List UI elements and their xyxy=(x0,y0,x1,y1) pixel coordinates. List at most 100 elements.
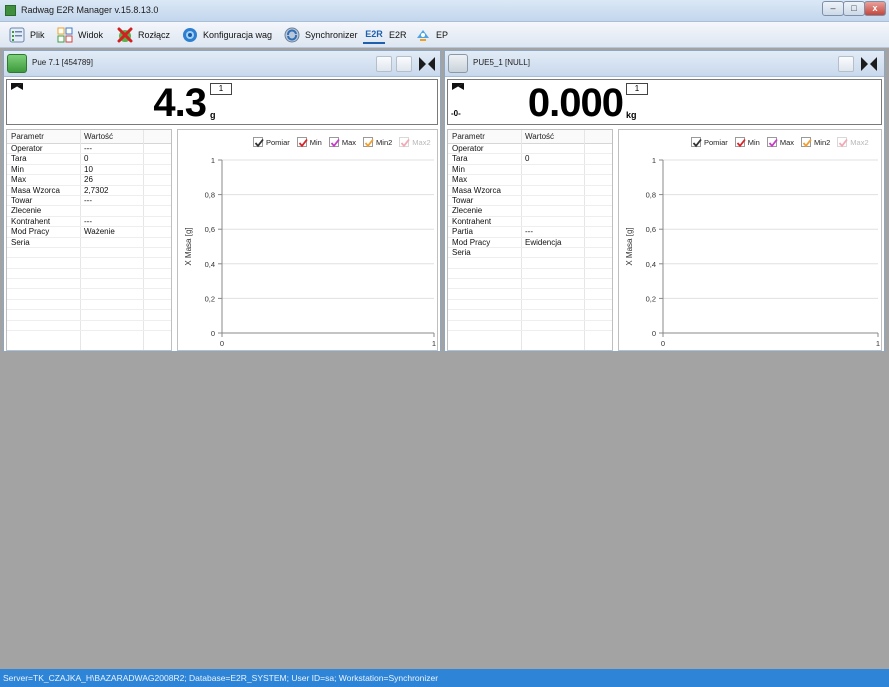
parameter-value: Ważenie xyxy=(84,227,115,237)
window-title: Radwag E2R Manager v.15.8.13.0 xyxy=(21,5,159,15)
checkbox-icon[interactable] xyxy=(734,137,746,148)
legend-item-min2[interactable]: Min2 xyxy=(363,137,392,148)
zero-indicator: -0- xyxy=(451,109,461,118)
table-row[interactable]: Operator xyxy=(448,144,612,155)
menu-e2r[interactable]: E2R E2R xyxy=(363,25,407,45)
table-body: Operator --- Tara 0 Min 10 Max 26 Masa Wzorca 2,7… xyxy=(7,144,171,332)
legend-item-max[interactable]: Max xyxy=(328,137,356,148)
y-axis-label: X Masa [g] xyxy=(625,227,634,265)
table-row[interactable] xyxy=(7,258,171,269)
table-row[interactable] xyxy=(7,300,171,311)
chart-icon[interactable] xyxy=(396,56,412,72)
checkbox-icon[interactable] xyxy=(766,137,778,148)
table-row[interactable]: Towar xyxy=(448,196,612,207)
checkbox-icon[interactable] xyxy=(837,137,849,148)
table-row[interactable]: Operator --- xyxy=(7,144,171,155)
parameter-name: Min xyxy=(452,164,465,174)
parameter-name: Kontrahent xyxy=(11,216,51,226)
table-row[interactable]: Tara 0 xyxy=(7,154,171,165)
legend-item-min[interactable]: Min xyxy=(296,137,322,148)
table-row[interactable]: Zlecenie xyxy=(448,206,612,217)
minimize-button[interactable]: – xyxy=(822,1,844,16)
table-row[interactable]: Seria xyxy=(7,238,171,248)
y-tick-label: 1 xyxy=(211,156,215,165)
table-row[interactable] xyxy=(7,269,171,280)
table-row[interactable] xyxy=(448,279,612,290)
collapse-panel-icon[interactable] xyxy=(859,55,879,73)
parameter-value: 0 xyxy=(525,154,530,164)
table-row[interactable]: Masa Wzorca xyxy=(448,186,612,196)
checkbox-icon[interactable] xyxy=(328,137,340,148)
title-bar: Radwag E2R Manager v.15.8.13.0 – □ x xyxy=(0,0,889,22)
menu-plik[interactable]: Plik xyxy=(8,25,45,45)
legend-label: Pomiar xyxy=(704,137,728,147)
table-row[interactable]: Partia --- xyxy=(448,227,612,238)
table-row[interactable]: Kontrahent --- xyxy=(7,216,171,228)
menu-konfiguracja-wag[interactable]: Konfiguracja wag xyxy=(181,25,272,45)
legend-label: Max2 xyxy=(412,137,431,147)
table-row[interactable]: Mod Pracy Ważenie xyxy=(7,227,171,238)
table-row[interactable] xyxy=(7,248,171,259)
tare-icon[interactable] xyxy=(376,56,392,72)
maximize-button[interactable]: □ xyxy=(843,1,865,16)
parameter-name: Masa Wzorca xyxy=(11,185,60,195)
legend-item-min2[interactable]: Min2 xyxy=(801,137,830,148)
table-row[interactable]: Min 10 xyxy=(7,165,171,176)
checkbox-icon[interactable] xyxy=(399,137,411,148)
plot-area xyxy=(222,160,434,333)
parameter-table: Parametr Wartość Operator Tara 0 Min Max Masa… xyxy=(447,129,613,351)
parameter-value: 26 xyxy=(84,175,93,185)
menu-synchronizer[interactable]: Synchronizer xyxy=(283,25,358,45)
legend-item-pomiar[interactable]: Pomiar xyxy=(691,137,728,148)
parameter-name: Max xyxy=(11,175,27,185)
table-row[interactable] xyxy=(7,321,171,332)
legend-item-max2[interactable]: Max2 xyxy=(837,137,869,148)
table-row[interactable]: Max xyxy=(448,175,612,186)
table-row[interactable]: Zlecenie xyxy=(7,206,171,217)
menu-rozlacz[interactable]: Rozłącz xyxy=(116,25,170,45)
table-row[interactable] xyxy=(7,279,171,290)
checkbox-icon[interactable] xyxy=(296,137,308,148)
checkbox-icon[interactable] xyxy=(801,137,812,148)
checkbox-icon[interactable] xyxy=(691,137,702,148)
table-row[interactable] xyxy=(7,310,171,321)
table-row[interactable] xyxy=(448,300,612,311)
legend-label: Min xyxy=(309,137,322,147)
legend-item-max[interactable]: Max xyxy=(766,137,794,148)
checkbox-icon[interactable] xyxy=(363,137,374,148)
menu-widok[interactable]: Widok xyxy=(56,25,103,45)
legend-item-max2[interactable]: Max2 xyxy=(399,137,431,148)
table-row[interactable]: Kontrahent xyxy=(448,216,612,228)
legend-item-min[interactable]: Min xyxy=(734,137,760,148)
table-row[interactable]: Seria xyxy=(448,248,612,259)
y-tick-label: 0,8 xyxy=(205,191,215,200)
collapse-panel-icon[interactable] xyxy=(417,55,437,73)
close-button[interactable]: x xyxy=(864,1,886,16)
table-row[interactable] xyxy=(448,310,612,321)
mass-chart: 0 0,2 0,4 0,6 0,8 1 0 1 X Masa [g] xyxy=(625,156,880,348)
table-row[interactable] xyxy=(448,289,612,300)
table-row[interactable] xyxy=(448,269,612,280)
table-row[interactable]: Max 26 xyxy=(7,175,171,186)
table-row[interactable]: Towar --- xyxy=(7,196,171,207)
chart-legend: Pomiar Min Max Min2 Max2 xyxy=(691,137,876,148)
menu-label: Widok xyxy=(78,30,104,40)
menu-label: Plik xyxy=(30,30,45,40)
scale-panel-1: Pue 7.1 [454789] 4.3 g 1 Parametr Wartoś… xyxy=(3,50,441,352)
range-indicator: 1 xyxy=(210,83,232,95)
chart-icon[interactable] xyxy=(838,56,854,72)
legend-item-pomiar[interactable]: Pomiar xyxy=(253,137,290,148)
y-tick-label: 0,4 xyxy=(205,260,215,269)
checkbox-icon[interactable] xyxy=(253,137,264,148)
table-row[interactable] xyxy=(448,321,612,332)
grid-view-icon xyxy=(56,26,74,44)
table-row[interactable]: Tara 0 xyxy=(448,154,612,165)
table-row[interactable]: Min xyxy=(448,164,612,176)
scale-icon xyxy=(7,54,27,73)
table-row[interactable] xyxy=(7,289,171,300)
table-row[interactable] xyxy=(448,258,612,269)
table-row[interactable]: Mod Pracy Ewidencja xyxy=(448,238,612,248)
table-row[interactable]: Masa Wzorca 2,7302 xyxy=(7,186,171,196)
menu-ep[interactable]: EP xyxy=(414,25,448,45)
parameter-name: Kontrahent xyxy=(452,216,492,226)
